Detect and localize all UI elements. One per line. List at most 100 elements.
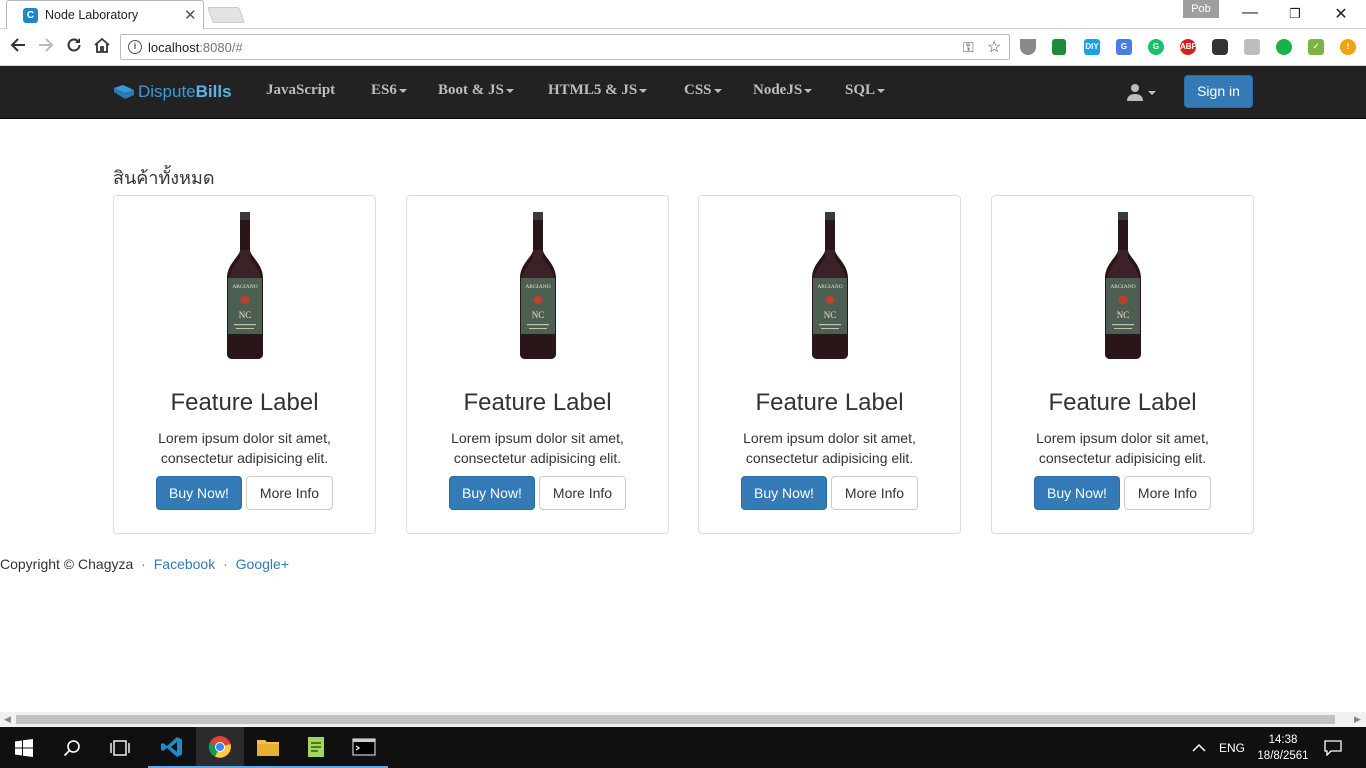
extension-translate-icon[interactable]: G — [1116, 39, 1132, 55]
more-info-button[interactable]: More Info — [246, 476, 333, 510]
clock-date: 18/8/2561 — [1257, 750, 1309, 762]
card-description: Lorem ipsum dolor sit amet, consectetur … — [743, 430, 916, 466]
more-info-button[interactable]: More Info — [1124, 476, 1211, 510]
brand-logo[interactable]: Dispute Bills — [113, 81, 232, 103]
search-button[interactable] — [48, 727, 96, 768]
nav-boot-js[interactable]: Boot & JS — [438, 82, 514, 99]
extension-share-icon[interactable] — [1276, 39, 1292, 55]
brand-name-part1: Dispute — [138, 82, 196, 101]
tab-close-icon[interactable]: ✕ — [184, 6, 197, 24]
more-info-button[interactable]: More Info — [831, 476, 918, 510]
url-text: localhost:8080/# — [148, 40, 243, 55]
forward-button[interactable] — [35, 36, 57, 58]
extension-diy-icon[interactable]: DIY — [1084, 39, 1100, 55]
extension-bookmark-icon[interactable] — [1244, 39, 1260, 55]
tray-chevron-icon[interactable] — [1192, 727, 1206, 768]
browser-tab-strip: C Node Laboratory ✕ Pob — ❐ ✕ — [0, 0, 1366, 29]
caret-down-icon — [398, 88, 407, 93]
product-card: ARGIANO NC Feature Label Lorem ipsum dolor … — [113, 195, 376, 534]
scrollbar-thumb[interactable] — [16, 715, 1335, 724]
card-description: Lorem ipsum dolor sit amet, consectetur … — [158, 430, 331, 466]
back-button[interactable] — [7, 36, 29, 58]
nav-javascript[interactable]: JavaScript — [266, 82, 335, 99]
browser-tab[interactable]: C Node Laboratory ✕ — [6, 0, 204, 29]
windows-taskbar: ENG 14:38 18/8/2561 — [0, 727, 1366, 768]
taskbar-terminal[interactable] — [340, 727, 388, 768]
nav-sql[interactable]: SQL — [845, 82, 886, 99]
brand-icon — [114, 85, 134, 99]
taskbar-notepad[interactable] — [292, 727, 340, 768]
close-window-button[interactable]: ✕ — [1331, 4, 1351, 24]
extension-vue-icon[interactable] — [1020, 39, 1036, 55]
nav-es6[interactable]: ES6 — [371, 82, 407, 99]
bookmark-star-icon[interactable]: ☆ — [987, 37, 1001, 57]
nav-label: Boot & JS — [438, 82, 504, 98]
bottle-label-text: ARGIANO — [817, 284, 842, 290]
nav-css[interactable]: CSS — [684, 82, 722, 99]
extension-alert-icon[interactable]: ! — [1340, 39, 1356, 55]
caret-down-icon — [804, 88, 813, 93]
home-icon — [94, 37, 110, 53]
scroll-left-icon[interactable]: ◀ — [4, 714, 11, 725]
new-tab-button[interactable] — [207, 7, 245, 23]
reload-button[interactable] — [63, 36, 85, 58]
chevron-up-icon — [1192, 743, 1206, 752]
caret-down-icon — [713, 88, 722, 93]
task-view-button[interactable] — [96, 727, 144, 768]
restore-button[interactable]: ❐ — [1285, 6, 1305, 22]
page-title: สินค้าทั้งหมด — [113, 168, 215, 189]
scroll-right-icon[interactable]: ▶ — [1354, 714, 1361, 725]
buy-now-button[interactable]: Buy Now! — [449, 476, 535, 510]
extension-grammarly-icon[interactable]: G — [1148, 39, 1164, 55]
clock[interactable]: 14:38 18/8/2561 — [1254, 732, 1312, 764]
brand-name-part2: Bills — [195, 82, 232, 101]
more-info-button[interactable]: More Info — [539, 476, 626, 510]
extension-adblock-icon[interactable]: ABP — [1180, 39, 1197, 55]
nav-label: HTML5 & JS — [548, 82, 638, 98]
buy-now-button[interactable]: Buy Now! — [1034, 476, 1120, 510]
taskbar-chrome[interactable] — [196, 727, 244, 768]
home-button[interactable] — [91, 36, 113, 58]
taskbar-file-explorer[interactable] — [244, 727, 292, 768]
user-menu-button[interactable] — [1126, 82, 1158, 104]
clock-time: 14:38 — [1268, 734, 1298, 746]
facebook-link[interactable]: Facebook — [154, 556, 215, 572]
task-view-icon — [110, 739, 130, 756]
notepad-icon — [308, 736, 324, 757]
nav-label: CSS — [684, 82, 712, 98]
extension-screen-icon[interactable] — [1212, 39, 1228, 55]
forward-arrow-icon — [39, 38, 54, 52]
buy-now-button[interactable]: Buy Now! — [741, 476, 827, 510]
start-button[interactable] — [0, 727, 48, 768]
key-icon[interactable]: ⚿ — [963, 39, 974, 56]
extension-flag-icon[interactable] — [1052, 39, 1066, 55]
card-title: Feature Label — [755, 389, 904, 416]
site-info-icon[interactable]: i — [128, 40, 142, 54]
nav-html5-js[interactable]: HTML5 & JS — [548, 82, 648, 99]
extension-check-icon[interactable]: ✓ — [1308, 39, 1324, 55]
buy-now-button[interactable]: Buy Now! — [156, 476, 242, 510]
bottle-mark: NC — [1117, 310, 1130, 320]
horizontal-scrollbar[interactable]: ◀ ▶ — [0, 712, 1366, 727]
notifications-button[interactable] — [1324, 727, 1342, 768]
nav-label: ES6 — [371, 82, 397, 98]
back-arrow-icon — [10, 38, 25, 52]
taskbar-vscode[interactable] — [148, 727, 196, 768]
sign-in-button[interactable]: Sign in — [1184, 75, 1253, 108]
reload-icon — [67, 38, 81, 52]
google-plus-link[interactable]: Google+ — [236, 556, 289, 572]
language-indicator[interactable]: ENG — [1219, 727, 1245, 768]
caret-down-icon — [877, 88, 886, 93]
bottle-mark: NC — [239, 310, 252, 320]
minimize-button[interactable]: — — [1240, 4, 1260, 22]
profile-button[interactable]: Pob — [1183, 0, 1219, 18]
bottle-mark: NC — [824, 310, 837, 320]
address-bar[interactable]: i localhost:8080/# ⚿ ☆ — [120, 34, 1010, 60]
nav-nodejs[interactable]: NodeJS — [753, 82, 813, 99]
separator: · — [223, 556, 228, 572]
footer: Copyright © Chagyza · Facebook · Google+ — [0, 556, 289, 572]
nav-label: JavaScript — [266, 82, 336, 98]
notification-icon — [1324, 739, 1342, 756]
search-icon — [63, 739, 80, 756]
product-card: ARGIANO NC Feature Label Lorem ipsum dolor … — [991, 195, 1254, 534]
